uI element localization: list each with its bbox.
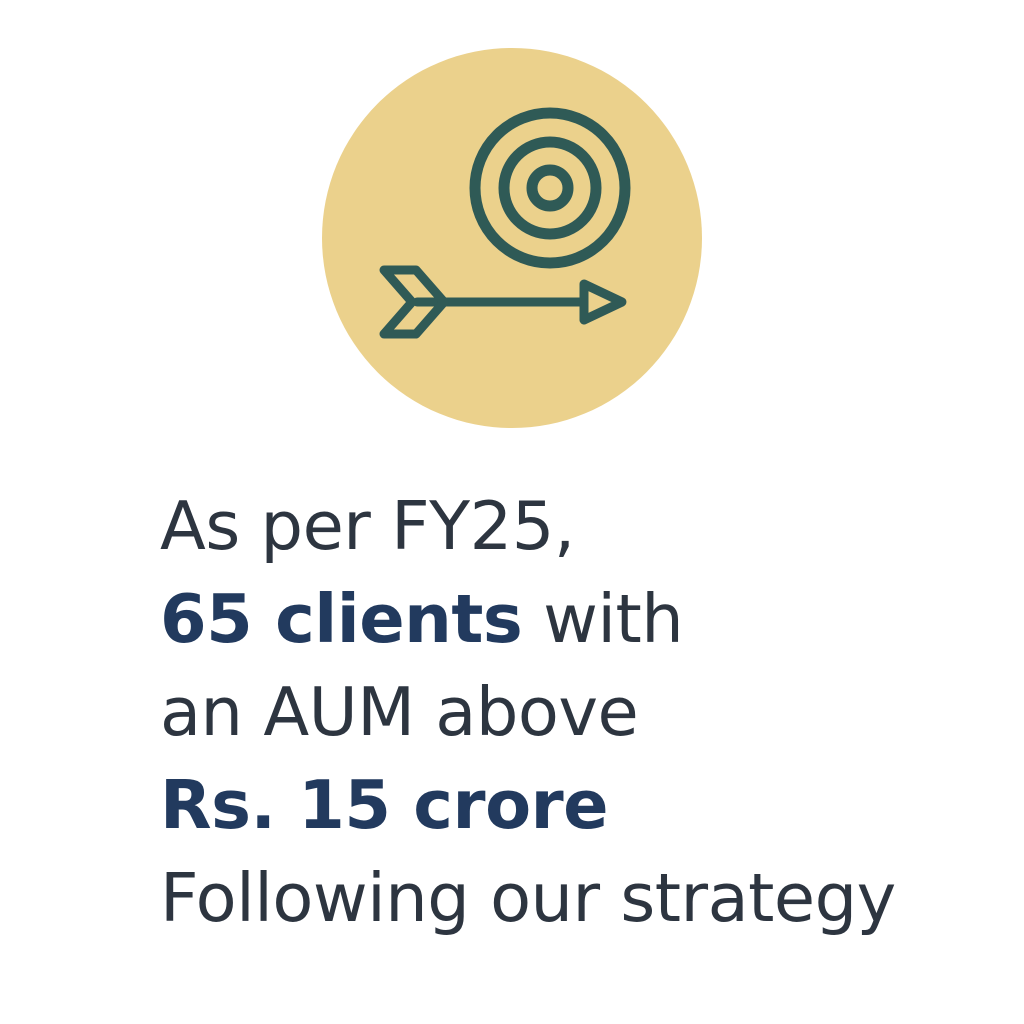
statement-line-2-rest: with xyxy=(522,580,684,658)
aum-threshold-highlight: Rs. 15 crore xyxy=(160,766,609,844)
target-middle-ring xyxy=(498,136,602,240)
statement-line-5: Following our strategy xyxy=(160,859,896,937)
target-arrow-icon xyxy=(379,107,631,339)
infographic-card: As per FY25, 65 clients with an AUM abov… xyxy=(0,0,1024,1024)
target-outer-ring xyxy=(469,107,631,269)
statement-line-3: an AUM above xyxy=(160,673,639,751)
statement-line-2: 65 clients with xyxy=(160,573,1000,666)
statement-line-1: As per FY25, xyxy=(160,487,575,565)
arrow-head xyxy=(579,279,627,325)
client-count-highlight: 65 clients xyxy=(160,580,523,658)
target-bullseye xyxy=(526,164,574,212)
statement-text: As per FY25, 65 clients with an AUM abov… xyxy=(160,480,1000,945)
icon-badge xyxy=(322,48,702,428)
